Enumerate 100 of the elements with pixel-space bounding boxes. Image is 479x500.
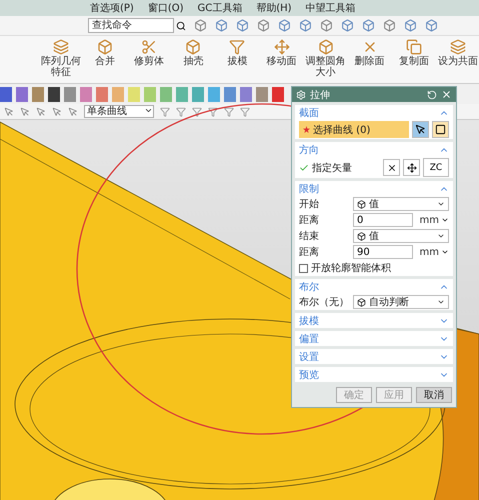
pointer-icon[interactable] [20, 106, 30, 116]
cube-icon [357, 298, 366, 306]
color-swatch[interactable] [160, 86, 172, 102]
filter-icon[interactable] [192, 106, 202, 116]
tool-icon [274, 39, 290, 55]
cube-icon[interactable] [215, 19, 228, 32]
ribbon-button[interactable]: 修剪体 [128, 39, 170, 67]
color-swatch[interactable] [80, 86, 92, 102]
filter-icon[interactable] [240, 106, 250, 116]
filter-icon[interactable] [176, 106, 186, 116]
extrude-dialog: 拉伸 截面 选择曲线 (0) 方向 指定矢量 ZC 限制 开始 值 距离 0 mm 结束 值 距离 90 mm 开放轮廓智能体积 布尔 布尔（无） 自动判断 拔模 偏置 设置 预览 确定 应用 取消 [291, 86, 457, 408]
ribbon-button[interactable]: 复制面 [392, 39, 435, 67]
selection-filter-dropdown[interactable]: 单条曲线 [84, 105, 154, 118]
search-field[interactable]: 查找命令 [88, 18, 174, 33]
pointer-icon[interactable] [68, 106, 78, 116]
ribbon-button[interactable]: 删除面 [348, 39, 391, 67]
value-dropdown[interactable]: 值 [353, 229, 449, 243]
ribbon-button[interactable]: 设为共面 [436, 39, 479, 67]
ribbon-button[interactable]: 合并 [84, 39, 126, 67]
value-dropdown[interactable]: 值 [353, 197, 449, 211]
color-swatch[interactable] [112, 86, 124, 102]
ribbon-button[interactable]: 拔模 [216, 39, 258, 67]
search-icon [176, 20, 186, 30]
filter-icon[interactable] [224, 106, 234, 116]
cube-icon[interactable] [362, 19, 375, 32]
dialog-title: 拉伸 [310, 88, 331, 102]
pointer-icon[interactable] [4, 106, 14, 116]
reverse-direction-button[interactable] [383, 159, 400, 176]
cube-icon[interactable] [278, 19, 291, 32]
zc-axis-button[interactable]: ZC [423, 158, 449, 177]
color-swatch[interactable] [96, 86, 108, 102]
filter-icon[interactable] [160, 106, 170, 116]
pointer-icon [415, 124, 426, 135]
cube-icon[interactable] [257, 19, 270, 32]
sketch-icon [435, 124, 446, 135]
tool-icon [53, 39, 70, 55]
curve-select-button[interactable] [412, 121, 429, 138]
distance-field[interactable]: 90 [353, 245, 413, 259]
checkbox[interactable] [299, 264, 308, 272]
cube-icon[interactable] [299, 19, 312, 32]
checkbox-label: 开放轮廓智能体积 [311, 262, 392, 275]
ribbon-button[interactable]: 移动面 [260, 39, 303, 67]
cube-icon [357, 200, 366, 208]
required-star-icon [303, 126, 310, 133]
pointer-icon[interactable] [52, 106, 62, 116]
select-curve-field[interactable]: 选择曲线 (0) [299, 121, 409, 138]
tool-icon [229, 39, 246, 55]
axes-icon [406, 162, 416, 172]
caret-icon [437, 298, 445, 306]
field-label: 布尔（无） [299, 296, 350, 309]
cube-icon[interactable] [425, 19, 438, 32]
tool-icon [185, 39, 202, 55]
settings-icon[interactable] [296, 90, 306, 100]
dialog-button[interactable]: 取消 [416, 387, 452, 403]
color-swatch[interactable] [256, 86, 268, 102]
cube-icon[interactable] [404, 19, 417, 32]
cube-icon[interactable] [341, 19, 354, 32]
vector-label: 指定矢量 [312, 162, 353, 174]
menu-item[interactable]: 帮助(H) [256, 1, 292, 15]
menu-item[interactable]: 中望工具箱 [306, 1, 356, 15]
vector-dialog-button[interactable] [403, 159, 420, 176]
color-swatch[interactable] [272, 86, 284, 102]
menu-item[interactable]: GC工具箱 [198, 1, 242, 15]
color-swatch[interactable] [0, 86, 12, 102]
menu-item[interactable]: 窗口(O) [148, 1, 184, 15]
color-swatch[interactable] [144, 86, 156, 102]
color-swatch[interactable] [64, 86, 76, 102]
color-swatch[interactable] [32, 86, 44, 102]
cube-icon [357, 232, 366, 240]
color-swatch[interactable] [16, 86, 28, 102]
ribbon-button[interactable]: 阵列几何特征 [40, 39, 82, 78]
caret-icon [144, 106, 153, 115]
menu-item[interactable]: 首选项(P) [90, 1, 134, 15]
cube-icon[interactable] [236, 19, 249, 32]
close-icon[interactable] [441, 89, 452, 100]
color-swatch[interactable] [208, 86, 220, 102]
tool-icon [450, 39, 466, 55]
color-swatch[interactable] [48, 86, 60, 102]
color-swatch[interactable] [224, 86, 236, 102]
field-label: 结束 [299, 230, 320, 243]
cube-icon[interactable] [383, 19, 396, 32]
color-swatch[interactable] [176, 86, 188, 102]
pointer-icon[interactable] [36, 106, 46, 116]
tool-icon [318, 39, 334, 55]
ribbon-button[interactable]: 调整圆角大小 [304, 39, 347, 78]
sketch-button[interactable] [432, 121, 449, 138]
reset-icon[interactable] [427, 90, 437, 100]
cube-icon[interactable] [194, 19, 207, 32]
color-swatch[interactable] [128, 86, 140, 102]
value-dropdown[interactable]: 自动判断 [353, 295, 449, 309]
tool-icon [97, 39, 114, 55]
filter-icon[interactable] [208, 106, 218, 116]
ribbon-button[interactable]: 抽壳 [172, 39, 214, 67]
tool-icon [141, 39, 158, 55]
field-label: 开始 [299, 198, 320, 211]
color-swatch[interactable] [192, 86, 204, 102]
cube-icon[interactable] [320, 19, 333, 32]
color-swatch[interactable] [240, 86, 252, 102]
field-label: 距离 [299, 246, 320, 259]
distance-field[interactable]: 0 [353, 213, 413, 227]
